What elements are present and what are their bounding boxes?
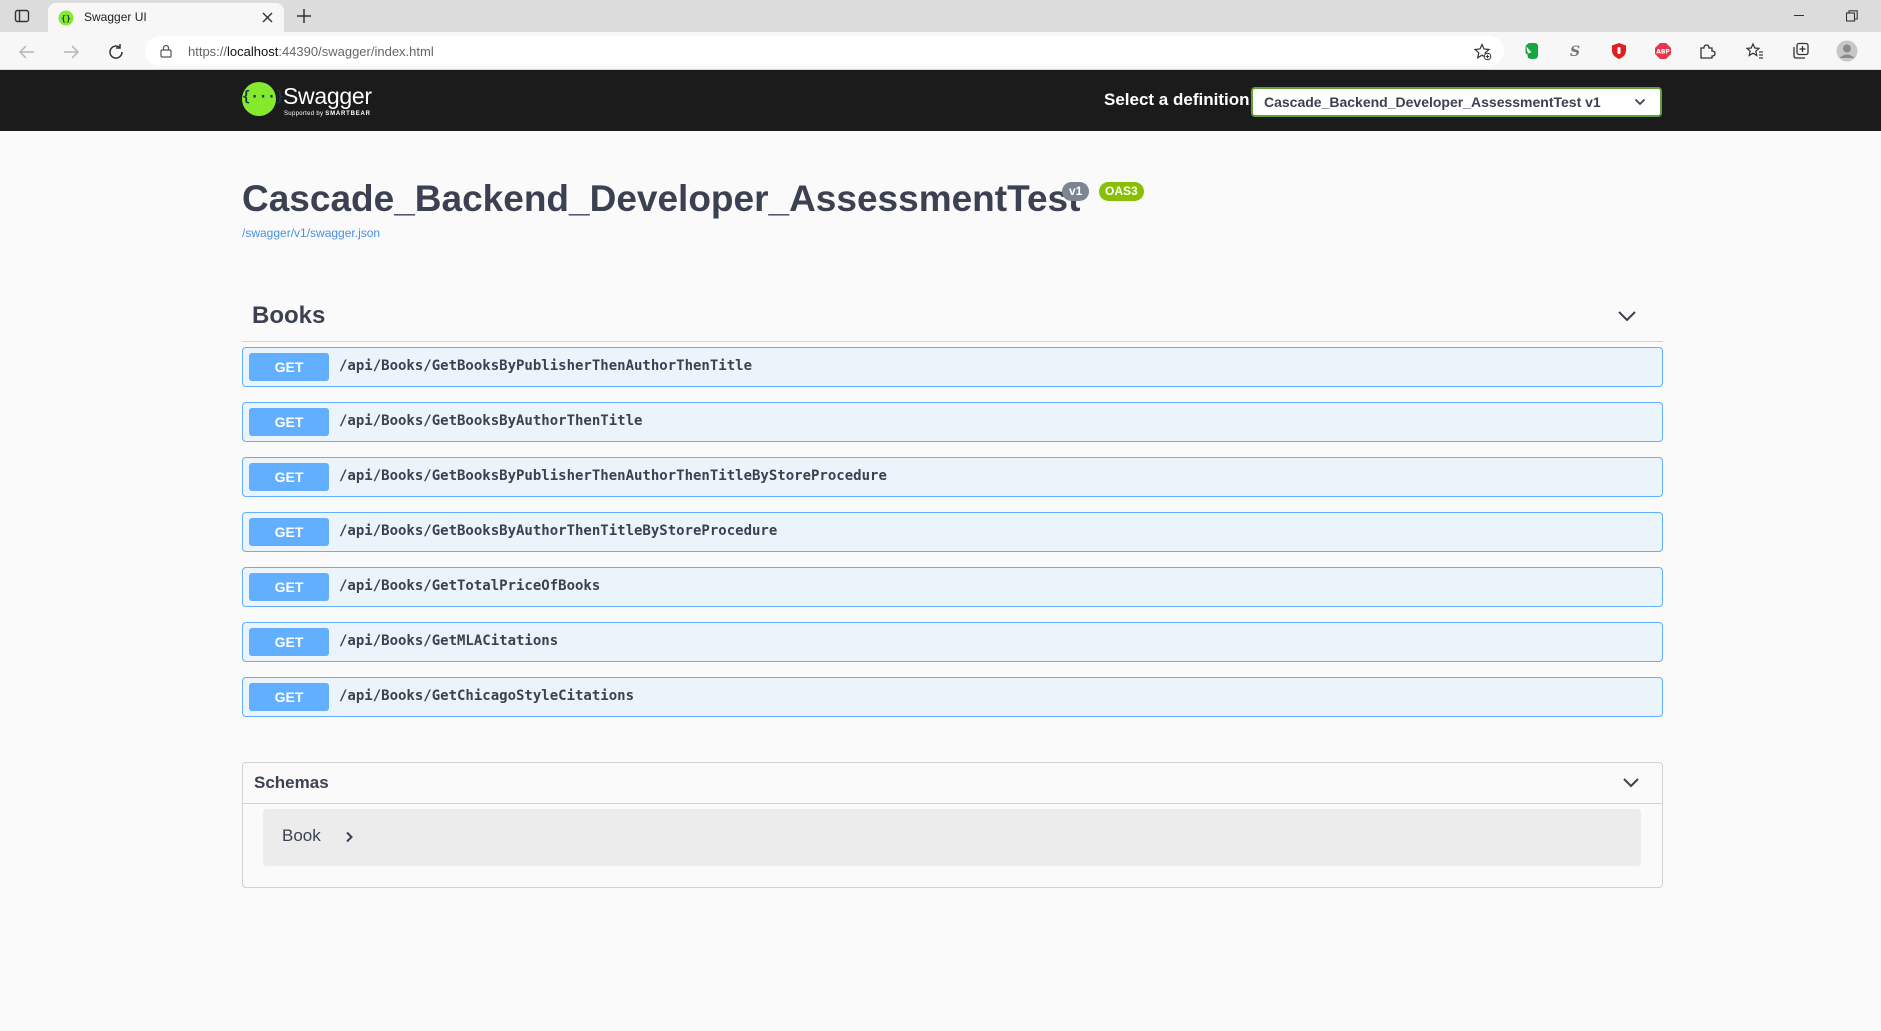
operation-get-total-price[interactable]: GET /api/Books/GetTotalPriceOfBooks [242,567,1663,607]
operation-get-mla-citations[interactable]: GET /api/Books/GetMLACitations [242,622,1663,662]
minimize-window-icon[interactable] [1794,15,1804,16]
operation-path: /api/Books/GetMLACitations [339,633,559,649]
extensions-puzzle-icon[interactable] [1698,42,1716,60]
method-badge: GET [249,463,329,491]
api-title: Cascade_Backend_Developer_AssessmentTest [242,178,1081,219]
evernote-extension-icon[interactable] [1522,42,1540,60]
operation-get-books-by-author-title[interactable]: GET /api/Books/GetBooksByAuthorThenTitle [242,402,1663,442]
refresh-icon[interactable] [107,43,125,61]
tab-title: Swagger UI [84,10,147,24]
svg-text:ABP: ABP [1656,49,1670,56]
spec-link[interactable]: /swagger/v1/swagger.json [242,226,380,240]
operation-get-books-by-publisher-author-title-sp[interactable]: GET /api/Books/GetBooksByPublisherThenAu… [242,457,1663,497]
close-tab-icon[interactable] [261,11,274,24]
chevron-right-icon[interactable] [345,831,353,843]
new-tab-icon[interactable] [296,8,312,24]
method-badge: GET [249,573,329,601]
tab-actions-icon[interactable] [14,8,30,24]
chevron-down-icon [1634,98,1646,106]
definition-label: Select a definition [1104,90,1250,109]
method-badge: GET [249,408,329,436]
lock-icon[interactable] [159,44,173,58]
method-badge: GET [249,518,329,546]
swagger-favicon-icon: {} [58,10,74,26]
definition-select[interactable]: Cascade_Backend_Developer_AssessmentTest… [1251,87,1662,117]
swagger-topbar: {···} Swagger Supported by SMARTBEAR Sel… [0,70,1881,131]
method-badge: GET [249,628,329,656]
schemas-section: Schemas Book [242,762,1663,888]
operation-path: /api/Books/GetBooksByAuthorThenTitle [339,413,643,429]
back-arrow-icon[interactable] [18,43,36,61]
browser-toolbar: https://localhost:44390/swagger/index.ht… [0,32,1881,70]
swagger-logo-icon: {···} [242,82,284,116]
logo-subtitle: Supported by SMARTBEAR [284,111,371,117]
tag-name: Books [252,302,326,329]
schemas-header[interactable]: Schemas [243,763,1662,804]
chevron-down-icon[interactable] [1617,309,1637,323]
profile-avatar-icon[interactable] [1836,40,1858,62]
svg-text:{}: {} [61,14,71,23]
schemas-title: Schemas [254,773,329,792]
operation-path: /api/Books/GetBooksByPublisherThenAuthor… [339,468,887,484]
adblock-plus-icon[interactable]: ABP [1654,42,1672,60]
operation-path: /api/Books/GetTotalPriceOfBooks [339,578,601,594]
swagger-logo[interactable]: {···} Swagger Supported by SMARTBEAR [242,82,382,120]
browser-tab-bar: {} Swagger UI [0,0,1881,32]
model-name: Book [282,826,321,845]
operation-path: /api/Books/GetBooksByPublisherThenAuthor… [339,358,753,374]
svg-text:S: S [1570,44,1580,60]
add-favorite-icon[interactable] [1474,43,1492,61]
operation-get-chicago-citations[interactable]: GET /api/Books/GetChicagoStyleCitations [242,677,1663,717]
s-extension-icon[interactable]: S [1566,42,1584,60]
oas-badge: OAS3 [1099,182,1144,201]
favorites-icon[interactable] [1746,42,1764,60]
address-bar[interactable]: https://localhost:44390/swagger/index.ht… [145,36,1504,66]
restore-window-icon[interactable] [1846,10,1858,22]
version-badge: v1 [1062,182,1090,201]
tag-header-books[interactable]: Books [242,298,1663,342]
url-text[interactable]: https://localhost:44390/swagger/index.ht… [188,44,434,59]
forward-arrow-icon[interactable] [62,43,80,61]
logo-text: Swagger [283,83,372,109]
shield-extension-icon[interactable] [1610,42,1628,60]
definition-selected-value: Cascade_Backend_Developer_AssessmentTest… [1264,94,1601,110]
collections-icon[interactable] [1792,42,1810,60]
method-badge: GET [249,353,329,381]
browser-tab[interactable]: {} Swagger UI [48,3,284,32]
operation-get-books-by-author-title-sp[interactable]: GET /api/Books/GetBooksByAuthorThenTitle… [242,512,1663,552]
chevron-down-icon[interactable] [1622,777,1640,789]
operation-path: /api/Books/GetChicagoStyleCitations [339,688,635,704]
model-book[interactable]: Book [263,809,1641,866]
method-badge: GET [249,683,329,711]
operation-get-books-by-publisher-author-title[interactable]: GET /api/Books/GetBooksByPublisherThenAu… [242,347,1663,387]
operation-path: /api/Books/GetBooksByAuthorThenTitleBySt… [339,523,778,539]
